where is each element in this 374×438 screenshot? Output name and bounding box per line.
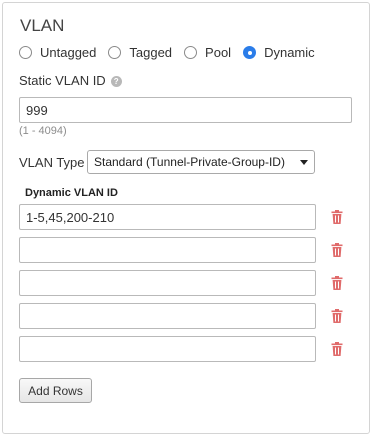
radio-pool[interactable]: Pool xyxy=(184,45,231,60)
add-rows-button[interactable]: Add Rows xyxy=(19,378,92,403)
radio-circle[interactable] xyxy=(108,46,122,59)
dynamic-vlan-input-5[interactable] xyxy=(19,336,316,362)
radio-label: Tagged xyxy=(129,45,173,60)
static-vlan-label: Static VLAN ID? xyxy=(19,73,122,88)
radio-circle[interactable] xyxy=(19,46,32,59)
radio-untagged[interactable]: Untagged xyxy=(19,45,96,60)
question-circle-icon[interactable]: ? xyxy=(110,76,122,87)
vlan-type-label: VLAN Type xyxy=(19,155,85,170)
vlan-range-hint: (1 - 4094) xyxy=(19,125,67,137)
vlan-type-selected: Standard (Tunnel-Private-Group-ID) xyxy=(94,155,285,169)
trash-icon[interactable] xyxy=(331,309,343,323)
vlan-type-select[interactable]: Standard (Tunnel-Private-Group-ID) xyxy=(87,150,315,174)
section-title: VLAN xyxy=(20,16,65,35)
dynamic-vlan-value: 1-5,45,200-210 xyxy=(26,209,115,225)
radio-label: Dynamic xyxy=(264,45,315,60)
static-vlan-label-text: Static VLAN ID xyxy=(19,73,106,88)
vlan-mode-radio-group: Untagged Tagged Pool Dynamic xyxy=(19,45,327,60)
trash-icon[interactable] xyxy=(331,342,343,356)
radio-dynamic[interactable]: Dynamic xyxy=(243,45,315,60)
trash-icon[interactable] xyxy=(331,276,343,290)
radio-label: Untagged xyxy=(40,45,97,60)
trash-icon[interactable] xyxy=(331,243,343,257)
static-vlan-input[interactable]: 999 xyxy=(19,97,352,123)
trash-icon[interactable] xyxy=(331,210,343,224)
static-vlan-value: 999 xyxy=(26,102,48,118)
chevron-down-icon xyxy=(300,159,308,165)
radio-tagged[interactable]: Tagged xyxy=(108,45,172,60)
radio-circle[interactable] xyxy=(184,46,198,59)
dynamic-vlan-input-3[interactable] xyxy=(19,270,316,296)
dynamic-vlan-input-2[interactable] xyxy=(19,237,316,263)
dynamic-vlan-input-1[interactable]: 1-5,45,200-210 xyxy=(19,204,316,230)
dynamic-vlan-header: Dynamic VLAN ID xyxy=(25,187,118,199)
vlan-panel: VLAN Untagged Tagged Pool Dynamic Static… xyxy=(2,2,370,434)
dynamic-vlan-input-4[interactable] xyxy=(19,303,316,329)
radio-circle-selected[interactable] xyxy=(243,46,257,59)
radio-label: Pool xyxy=(205,45,232,60)
